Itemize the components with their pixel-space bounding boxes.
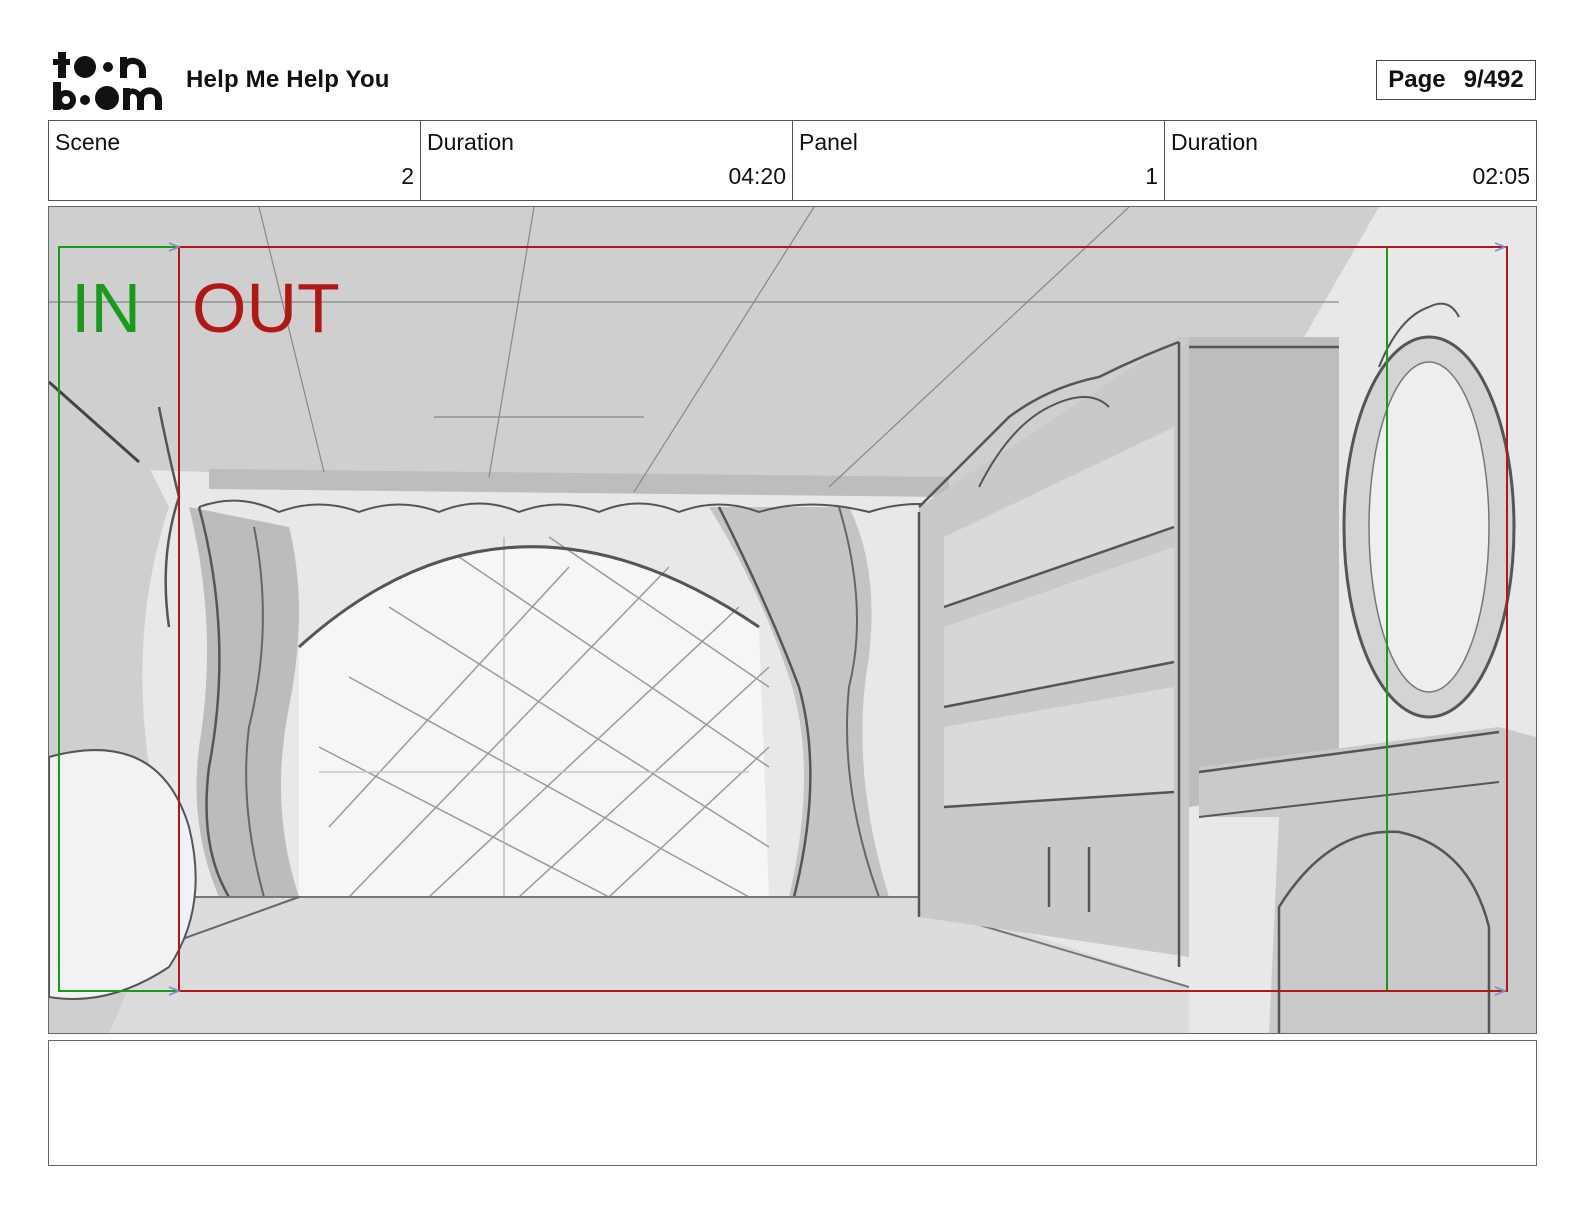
storyboard-panel: IN OUT bbox=[48, 206, 1537, 1034]
toon-boom-logo bbox=[53, 52, 162, 110]
scene-value: 2 bbox=[401, 163, 414, 189]
scene-label: Scene bbox=[55, 129, 121, 155]
scene-info-table: Scene 2 Duration 04:20 Panel 1 Duration … bbox=[48, 120, 1537, 201]
scene-duration-label: Duration bbox=[427, 129, 514, 155]
project-title: Help Me Help You bbox=[186, 66, 390, 93]
panel-duration-label: Duration bbox=[1171, 129, 1258, 155]
scene-duration-value: 04:20 bbox=[728, 163, 786, 189]
panel-value: 1 bbox=[1145, 163, 1158, 189]
scene-cell: Scene 2 bbox=[49, 121, 420, 200]
in-frame-label: IN bbox=[71, 269, 141, 347]
panel-label: Panel bbox=[799, 129, 858, 155]
scene-duration-cell: Duration 04:20 bbox=[420, 121, 792, 200]
out-frame-label: OUT bbox=[192, 269, 340, 347]
panel-duration-cell: Duration 02:05 bbox=[1164, 121, 1536, 200]
page-label: Page bbox=[1388, 66, 1446, 93]
panel-notes-area[interactable] bbox=[48, 1040, 1537, 1166]
panel-cell: Panel 1 bbox=[792, 121, 1164, 200]
panel-duration-value: 02:05 bbox=[1472, 163, 1530, 189]
page-indicator: Page 9/492 bbox=[1376, 60, 1536, 100]
page-number: 9/492 bbox=[1463, 66, 1524, 93]
